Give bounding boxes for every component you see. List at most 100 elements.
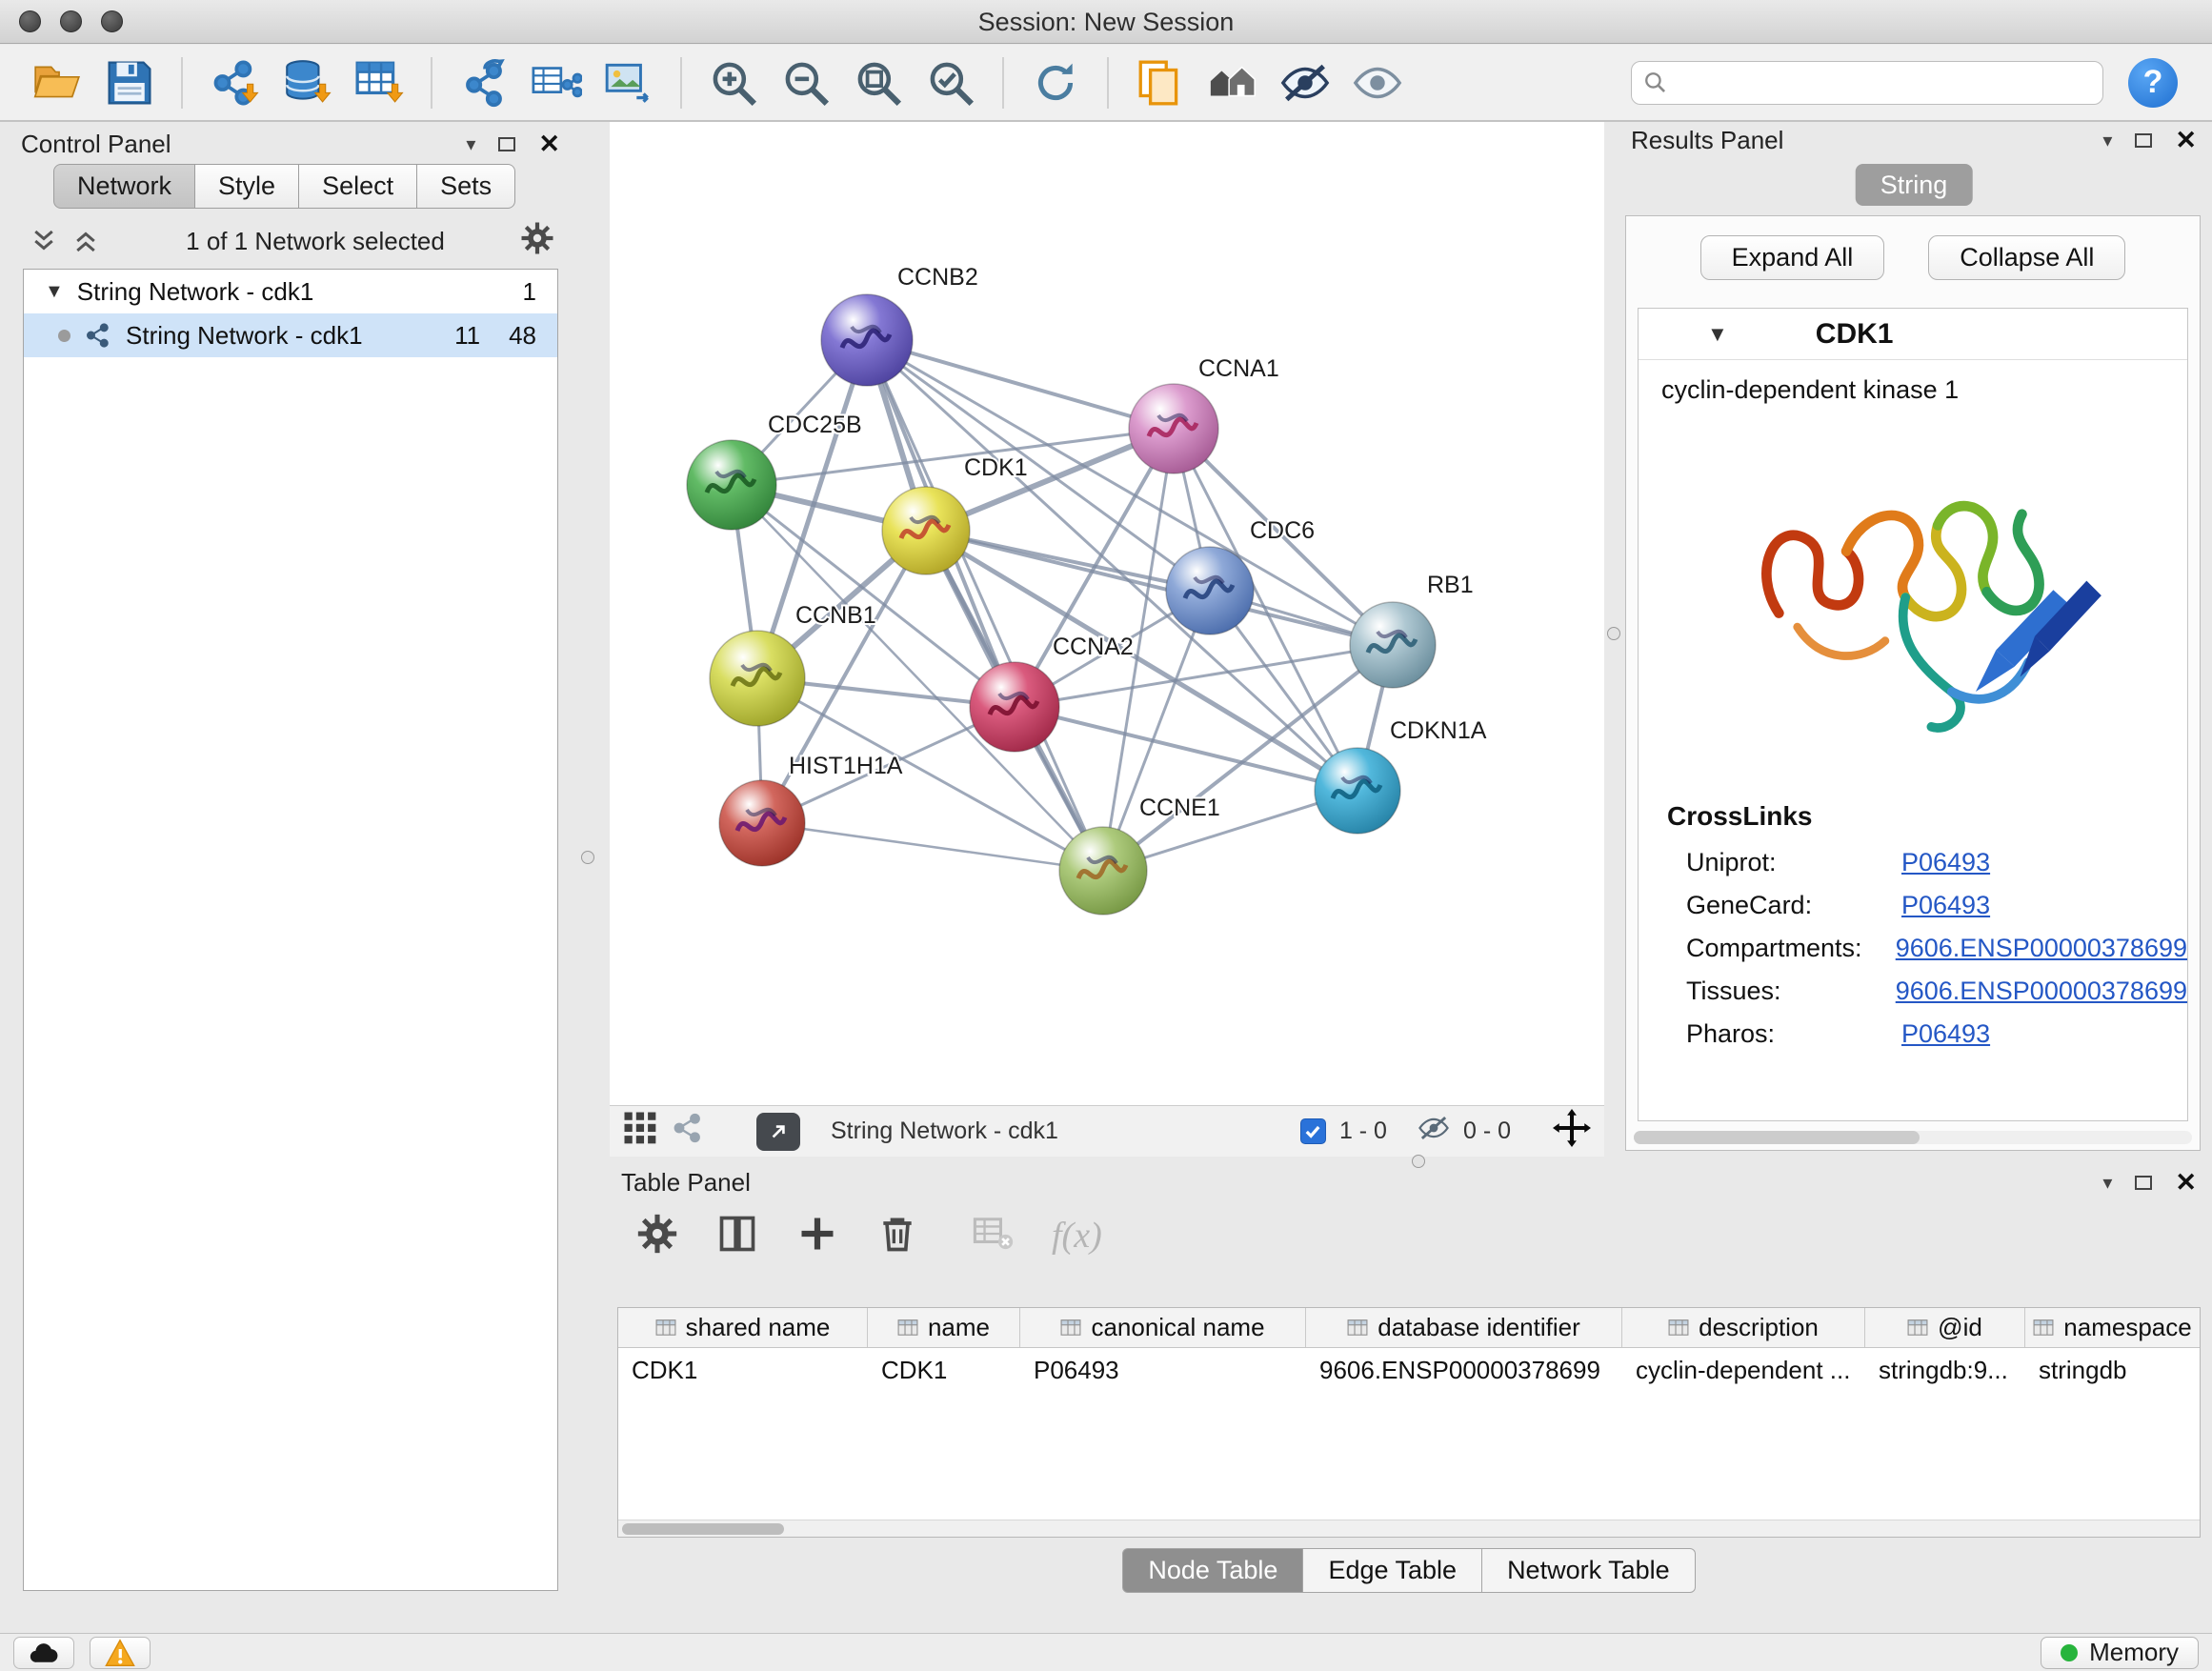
create-column-button[interactable] <box>796 1213 838 1259</box>
import-network-file-button[interactable] <box>198 51 271 114</box>
table-cell[interactable]: 9606.ENSP00000378699 <box>1306 1356 1622 1385</box>
export-network-button[interactable] <box>448 51 520 114</box>
tab-string[interactable]: String <box>1856 164 1973 206</box>
column-header[interactable]: canonical name <box>1020 1308 1306 1347</box>
expand-all-networks-button[interactable] <box>69 225 103 257</box>
crosslink-link[interactable]: P06493 <box>1901 891 1990 920</box>
panel-menu-icon[interactable]: ▾ <box>2102 1171 2112 1195</box>
trash-icon <box>876 1213 918 1255</box>
column-header[interactable]: namespace <box>2025 1308 2200 1347</box>
import-table-file-button[interactable] <box>343 51 415 114</box>
table-cell[interactable]: CDK1 <box>868 1356 1020 1385</box>
toolbar-search[interactable] <box>1631 61 2103 105</box>
right-splitter-grip[interactable] <box>1607 627 1620 640</box>
selected-checkbox-icon[interactable] <box>1300 1118 1326 1144</box>
network-row-selected[interactable]: String Network - cdk1 11 48 <box>24 313 557 357</box>
table-cell[interactable]: P06493 <box>1020 1356 1306 1385</box>
pan-tool-button[interactable] <box>1553 1109 1591 1154</box>
crosslink-row: Uniprot: P06493 <box>1639 841 2187 884</box>
network-collection-row[interactable]: ▼ String Network - cdk1 1 <box>24 270 557 313</box>
table-cell[interactable]: stringdb <box>2025 1356 2200 1385</box>
show-all-button[interactable] <box>1341 51 1414 114</box>
show-columns-button[interactable] <box>716 1213 758 1259</box>
apply-layout-button[interactable] <box>1019 51 1092 114</box>
results-horizontal-scrollbar[interactable] <box>1634 1131 2192 1144</box>
panel-float-icon[interactable] <box>2135 133 2152 148</box>
table-cell[interactable]: cyclin-dependent ... <box>1622 1356 1865 1385</box>
column-header[interactable]: @id <box>1865 1308 2025 1347</box>
crosslink-link[interactable]: P06493 <box>1901 1019 1990 1049</box>
zoom-in-button[interactable] <box>697 51 770 114</box>
crosslink-link[interactable]: 9606.ENSP00000378699 <box>1896 976 2187 1006</box>
zoom-fit-button[interactable] <box>842 51 915 114</box>
panel-close-icon[interactable]: ✕ <box>538 131 560 157</box>
export-image-button[interactable] <box>593 51 665 114</box>
cloud-status-button[interactable] <box>13 1637 74 1669</box>
tab-select[interactable]: Select <box>299 164 417 209</box>
zoom-selected-button[interactable] <box>915 51 987 114</box>
panel-float-icon[interactable] <box>498 137 515 151</box>
network-options-gear-button[interactable] <box>520 221 554 262</box>
panel-close-icon[interactable]: ✕ <box>2175 1170 2197 1196</box>
toolbar-separator <box>1002 57 1004 109</box>
help-button[interactable]: ? <box>2128 58 2178 108</box>
search-input[interactable] <box>1676 68 2091 97</box>
table-data-row[interactable]: CDK1CDK1P064939606.ENSP00000378699cyclin… <box>618 1348 2200 1392</box>
network-edge[interactable] <box>867 340 1174 429</box>
table-cell[interactable]: CDK1 <box>618 1356 868 1385</box>
column-header[interactable]: database identifier <box>1306 1308 1622 1347</box>
section-disclosure-triangle-icon[interactable]: ▼ <box>1707 322 1728 347</box>
column-header[interactable]: shared name <box>618 1308 868 1347</box>
hide-selected-button[interactable] <box>1269 51 1341 114</box>
network-edge[interactable] <box>867 340 1103 871</box>
column-header[interactable]: description <box>1622 1308 1865 1347</box>
zoom-selected-icon <box>925 57 976 109</box>
search-icon <box>1643 70 1668 95</box>
copy-document-button[interactable] <box>1124 51 1196 114</box>
panel-close-icon[interactable]: ✕ <box>2175 128 2197 153</box>
collapse-all-networks-button[interactable] <box>27 225 61 257</box>
panel-menu-icon[interactable]: ▾ <box>2102 129 2112 152</box>
table-cell[interactable]: stringdb:9... <box>1865 1356 2025 1385</box>
zoom-out-button[interactable] <box>770 51 842 114</box>
status-bar: Memory <box>0 1633 2212 1671</box>
first-neighbors-button[interactable] <box>1196 51 1269 114</box>
network-edge[interactable] <box>762 823 1103 871</box>
tab-style[interactable]: Style <box>195 164 299 209</box>
panel-float-icon[interactable] <box>2135 1176 2152 1190</box>
network-share-button[interactable] <box>671 1111 705 1152</box>
memory-button[interactable]: Memory <box>2041 1637 2199 1669</box>
table-horizontal-scrollbar[interactable] <box>618 1520 2200 1537</box>
save-session-button[interactable] <box>93 51 166 114</box>
tab-edge-table[interactable]: Edge Table <box>1303 1548 1482 1593</box>
toolbar-separator <box>680 57 682 109</box>
export-table-button[interactable] <box>520 51 593 114</box>
tab-node-table[interactable]: Node Table <box>1122 1548 1303 1593</box>
detach-view-button[interactable] <box>756 1113 800 1151</box>
network-canvas[interactable]: CCNB2CCNA1CDC25BCDK1CDC6RB1CCNB1CCNA2CDK… <box>610 122 1604 1105</box>
crosslink-link[interactable]: 9606.ENSP00000378699 <box>1896 934 2187 963</box>
delete-column-button[interactable] <box>876 1213 918 1259</box>
hidden-eye-icon[interactable] <box>1418 1113 1450 1150</box>
crosslink-link[interactable]: P06493 <box>1901 848 1990 877</box>
scrollbar-thumb[interactable] <box>622 1523 784 1535</box>
tab-network[interactable]: Network <box>53 164 195 209</box>
column-type-icon <box>1060 1319 1081 1337</box>
expand-all-button[interactable]: Expand All <box>1700 235 1885 280</box>
table-options-gear-button[interactable] <box>636 1213 678 1259</box>
tab-network-table[interactable]: Network Table <box>1482 1548 1696 1593</box>
warnings-button[interactable] <box>90 1637 151 1669</box>
import-network-database-button[interactable] <box>271 51 343 114</box>
selected-count: 1 - 0 <box>1339 1117 1387 1145</box>
open-session-button[interactable] <box>21 51 93 114</box>
collapse-all-button[interactable]: Collapse All <box>1928 235 2125 280</box>
left-splitter-grip[interactable] <box>581 851 594 864</box>
crosshair-move-icon <box>1553 1109 1591 1147</box>
table-delete-icon <box>972 1213 1014 1255</box>
column-header[interactable]: name <box>868 1308 1020 1347</box>
disclosure-triangle-icon[interactable]: ▼ <box>45 281 64 303</box>
scrollbar-thumb[interactable] <box>1634 1131 1920 1144</box>
tab-sets[interactable]: Sets <box>417 164 515 209</box>
panel-menu-icon[interactable]: ▾ <box>466 132 475 156</box>
birdseye-toggle-button[interactable] <box>623 1111 657 1152</box>
